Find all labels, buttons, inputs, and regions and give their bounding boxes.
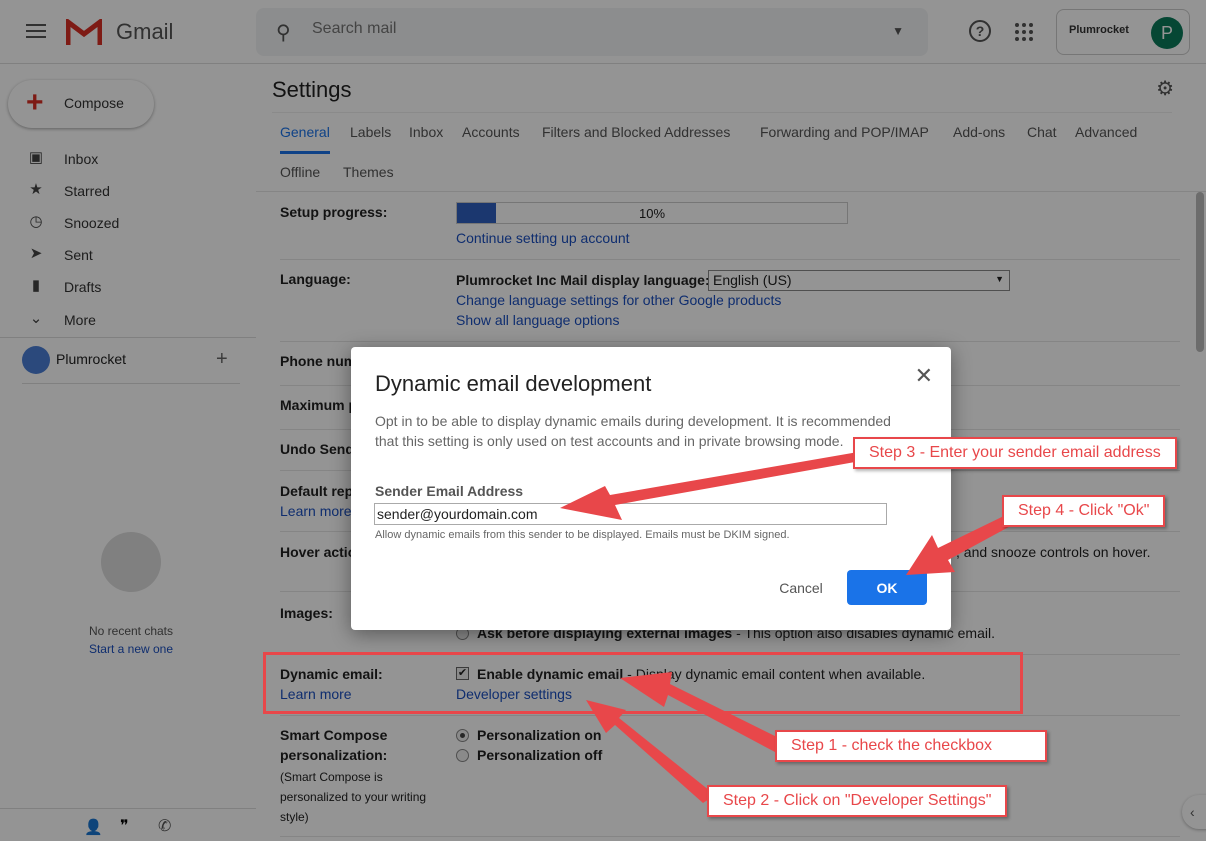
sender-email-input[interactable] xyxy=(374,503,887,525)
dialog-description: Opt in to be able to display dynamic ema… xyxy=(375,413,891,449)
dynamic-email-dialog: Dynamic email development ✕ Opt in to be… xyxy=(351,347,951,630)
annotation-highlight-box xyxy=(263,652,1023,714)
ok-button[interactable]: OK xyxy=(847,570,927,605)
sender-email-hint: Allow dynamic emails from this sender to… xyxy=(375,529,790,541)
step4-callout: Step 4 - Click "Ok" xyxy=(1002,495,1166,527)
step3-callout: Step 3 - Enter your sender email address xyxy=(853,437,1177,469)
dialog-title: Dynamic email development xyxy=(375,371,652,396)
step1-callout: Step 1 - check the checkbox xyxy=(775,730,1047,762)
step2-callout: Step 2 - Click on "Developer Settings" xyxy=(707,785,1008,817)
sender-email-label: Sender Email Address xyxy=(375,483,524,499)
cancel-button[interactable]: Cancel xyxy=(761,571,841,605)
close-icon[interactable]: ✕ xyxy=(915,363,933,389)
